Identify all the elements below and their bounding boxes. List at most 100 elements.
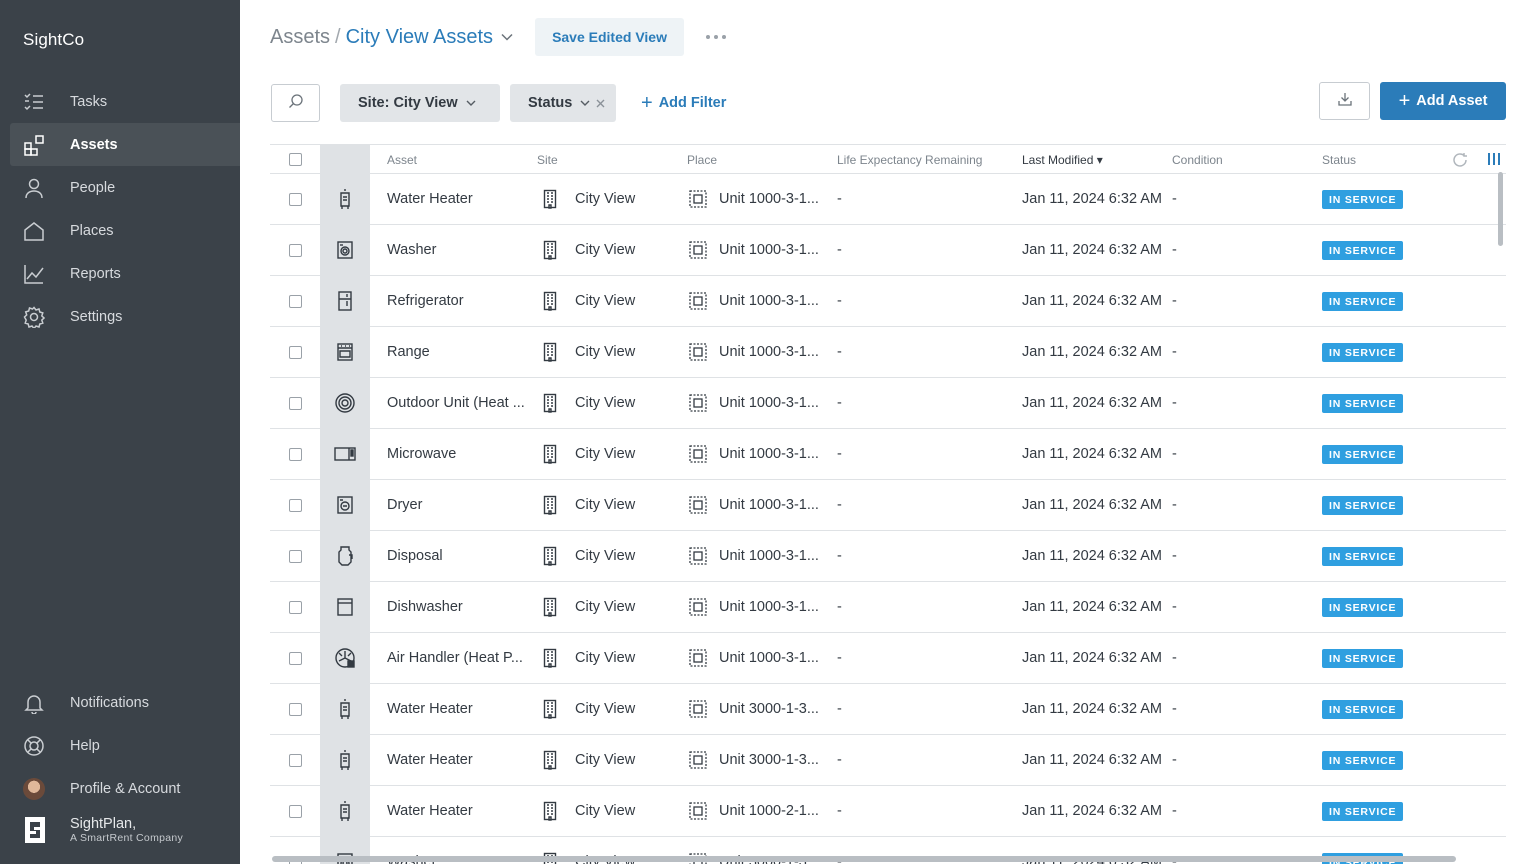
sidebar-item-profile[interactable]: Profile & Account (10, 767, 240, 810)
asset-name[interactable]: Microwave (387, 446, 456, 462)
sidebar-item-settings[interactable]: Settings (10, 295, 240, 338)
asset-name[interactable]: Washer (387, 242, 436, 258)
building-icon (543, 444, 557, 468)
washer-icon (336, 240, 354, 260)
life-expectancy: - (837, 497, 842, 513)
asset-name[interactable]: Air Handler (Heat P... (387, 650, 523, 666)
chevron-down-icon[interactable] (501, 33, 513, 41)
column-header-life-expectancy[interactable]: Life Expectancy Remaining (837, 153, 982, 167)
sidebar-item-places[interactable]: Places (10, 209, 240, 252)
more-options-icon[interactable] (705, 35, 726, 39)
status-badge: IN SERVICE (1322, 751, 1404, 770)
table-row[interactable]: Refrigerator City View Unit 1000-3-1... - Ja… (270, 276, 1506, 327)
row-checkbox[interactable] (289, 754, 302, 767)
building-icon (543, 393, 557, 417)
add-filter-button[interactable]: + Add Filter (641, 84, 726, 122)
table-row[interactable]: Dryer City View Unit 1000-3-1... - Jan 11, 2… (270, 480, 1506, 531)
sidebar-item-notifications[interactable]: Notifications (10, 681, 240, 724)
life-expectancy: - (837, 395, 842, 411)
status-badge: IN SERVICE (1322, 649, 1404, 668)
row-checkbox[interactable] (289, 448, 302, 461)
life-expectancy: - (837, 548, 842, 564)
row-checkbox[interactable] (289, 550, 302, 563)
row-checkbox[interactable] (289, 805, 302, 818)
sidebar-item-tasks[interactable]: Tasks (10, 80, 240, 123)
asset-name[interactable]: Water Heater (387, 803, 473, 819)
asset-name[interactable]: Water Heater (387, 752, 473, 768)
status-badge: IN SERVICE (1322, 445, 1404, 464)
table-row[interactable]: Microwave City View Unit 1000-3-1... - Jan 1… (270, 429, 1506, 480)
page-header: Assets / City View Assets Save Edited Vi… (270, 18, 726, 56)
status-badge: IN SERVICE (1322, 292, 1404, 311)
table-row[interactable]: Dishwasher City View Unit 1000-3-1... - Jan … (270, 582, 1506, 633)
last-modified: Jan 11, 2024 6:32 AM (1022, 395, 1163, 411)
row-checkbox[interactable] (289, 652, 302, 665)
dishwasher-icon (336, 597, 354, 617)
refresh-icon[interactable] (1452, 152, 1470, 171)
row-checkbox[interactable] (289, 346, 302, 359)
close-icon[interactable] (596, 99, 605, 108)
row-checkbox[interactable] (289, 295, 302, 308)
status-filter-chip[interactable]: Status (510, 84, 616, 122)
site-filter-label: Site: City View (358, 95, 458, 111)
horizontal-scrollbar[interactable] (272, 856, 1456, 862)
select-all-checkbox[interactable] (289, 153, 302, 166)
columns-icon[interactable] (1487, 152, 1501, 169)
sidebar-item-reports[interactable]: Reports (10, 252, 240, 295)
column-header-status[interactable]: Status (1322, 153, 1356, 167)
search-button[interactable] (271, 84, 320, 122)
building-icon (543, 240, 557, 264)
place-name: Unit 1000-3-1... (719, 395, 819, 411)
row-checkbox[interactable] (289, 193, 302, 206)
company-subtitle: A SmartRent Company (70, 831, 184, 844)
place-name: Unit 1000-3-1... (719, 446, 819, 462)
column-header-condition[interactable]: Condition (1172, 153, 1223, 167)
water-heater-icon (337, 800, 353, 822)
site-name: City View (575, 752, 636, 768)
download-button[interactable] (1319, 82, 1370, 120)
site-filter-chip[interactable]: Site: City View (340, 84, 500, 122)
water-heater-icon (337, 188, 353, 210)
table-row[interactable]: Air Handler (Heat P... City View Unit 1000… (270, 633, 1506, 684)
sidebar-item-help[interactable]: Help (10, 724, 240, 767)
table-row[interactable]: Water Heater City View Unit 3000-1-3... - Ja… (270, 735, 1506, 786)
unit-icon (688, 291, 708, 315)
column-header-site[interactable]: Site (537, 153, 558, 167)
column-header-asset[interactable]: Asset (387, 153, 417, 167)
table-row[interactable]: Water Heater City View Unit 1000-2-1... - Ja… (270, 786, 1506, 837)
table-row[interactable]: Range City View Unit 1000-3-1... - Jan 11, 2… (270, 327, 1506, 378)
row-checkbox[interactable] (289, 499, 302, 512)
asset-name[interactable]: Water Heater (387, 191, 473, 207)
asset-name[interactable]: Dishwasher (387, 599, 463, 615)
building-icon (543, 342, 557, 366)
sidebar-item-people[interactable]: People (10, 166, 240, 209)
add-asset-button[interactable]: + Add Asset (1380, 82, 1506, 120)
table-header: Asset Site Place Life Expectancy Remaini… (270, 145, 1506, 174)
column-header-last-modified[interactable]: Last Modified ▾ (1022, 153, 1103, 167)
table-row[interactable]: Water Heater City View Unit 3000-1-3... - Ja… (270, 684, 1506, 735)
table-row[interactable]: Washer City View Unit 1000-3-1... - Jan 11, … (270, 225, 1506, 276)
asset-name[interactable]: Range (387, 344, 430, 360)
asset-name[interactable]: Outdoor Unit (Heat ... (387, 395, 525, 411)
row-checkbox[interactable] (289, 244, 302, 257)
sidebar-item-assets[interactable]: Assets (10, 123, 240, 166)
table-row[interactable]: Disposal City View Unit 1000-3-1... - Jan 11… (270, 531, 1506, 582)
page-title[interactable]: City View Assets (346, 26, 493, 49)
search-icon (288, 93, 304, 114)
column-header-place[interactable]: Place (687, 153, 717, 167)
row-checkbox[interactable] (289, 601, 302, 614)
asset-name[interactable]: Refrigerator (387, 293, 464, 309)
table-row[interactable]: Outdoor Unit (Heat ... City View Unit 1000… (270, 378, 1506, 429)
row-checkbox[interactable] (289, 703, 302, 716)
building-icon (543, 189, 557, 213)
save-edited-view-button[interactable]: Save Edited View (535, 18, 684, 56)
gear-icon (22, 305, 46, 329)
life-expectancy: - (837, 650, 842, 666)
breadcrumb-root[interactable]: Assets (270, 26, 330, 49)
asset-name[interactable]: Water Heater (387, 701, 473, 717)
asset-name[interactable]: Dryer (387, 497, 422, 513)
asset-name[interactable]: Disposal (387, 548, 443, 564)
table-row[interactable]: Water Heater City View Unit 1000-3-1... - Ja… (270, 174, 1506, 225)
vertical-scrollbar[interactable] (1498, 172, 1503, 246)
row-checkbox[interactable] (289, 397, 302, 410)
